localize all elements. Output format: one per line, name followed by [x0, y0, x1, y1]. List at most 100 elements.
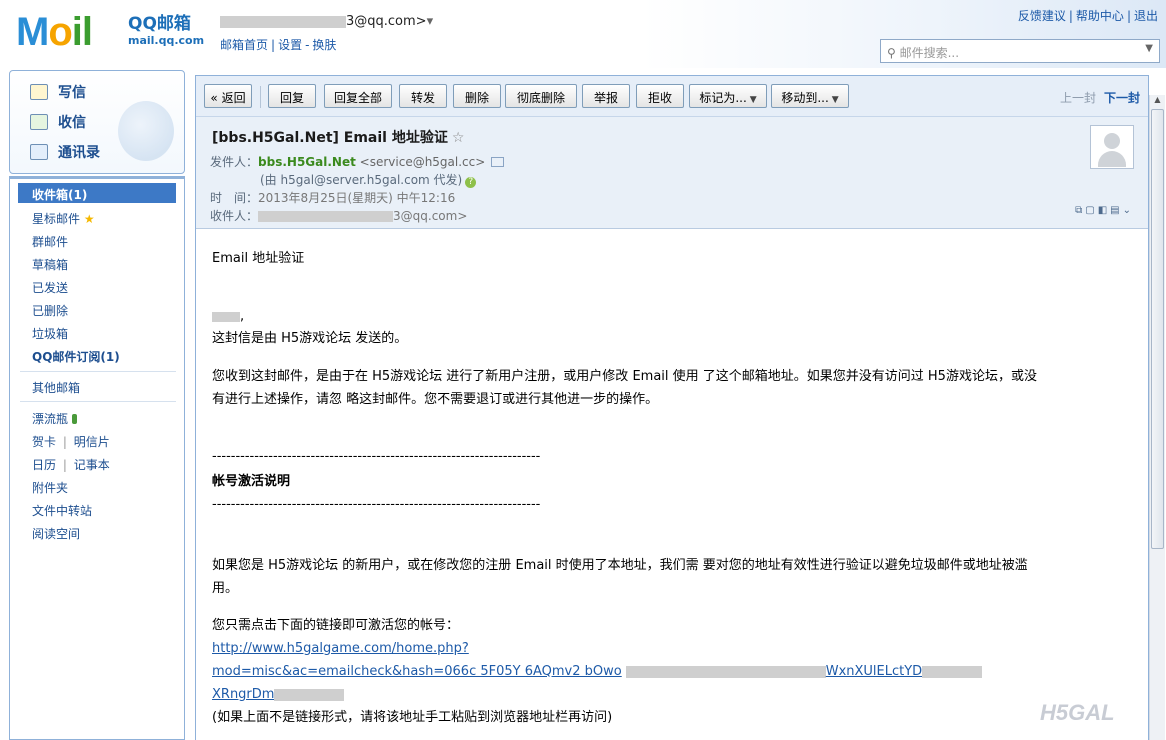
star-outline-icon[interactable]: ☆	[452, 130, 465, 146]
body-para-2b: 有进行上述操作，请忽 略这封邮件。您不需要退订或进行其他进一步的操作。	[212, 392, 659, 407]
sidebar: 写信 收信 通讯录 收件箱(1) 星标邮件 ★ 群邮件 草稿箱 已发送 已删除 …	[9, 70, 185, 740]
move-to-label: 移动到...	[781, 91, 829, 105]
app-cards: 贺卡 | 明信片	[32, 435, 110, 449]
folder-other-mailbox[interactable]: 其他邮箱	[32, 379, 80, 396]
folder-drafts[interactable]: 草稿箱	[32, 256, 68, 273]
top-header: Moil QQ邮箱 mail.qq.com 3@qq.com>▾ 邮箱首页 | 设置…	[0, 0, 1166, 68]
on-behalf-text: (由 h5gal@server.h5gal.com 代发)	[260, 173, 463, 187]
sent-time: 2013年8月25日(星期天) 中午12:16	[258, 191, 456, 205]
message-header: [bbs.H5Gal.Net] Email 地址验证 ☆ 发件人：bbs.H5Ga…	[196, 116, 1148, 229]
folder-inbox[interactable]: 收件箱(1)	[18, 183, 176, 203]
user-info: 3@qq.com>▾ 邮箱首页 | 设置 - 换肤	[220, 14, 433, 53]
vertical-scrollbar[interactable]: ▲	[1149, 95, 1165, 740]
recipient-address: 3@qq.com>	[393, 209, 468, 223]
link-mailbox-home[interactable]: 邮箱首页	[220, 38, 268, 52]
mark-as-dropdown[interactable]: 标记为... ▼	[689, 84, 767, 108]
divider	[20, 371, 176, 372]
prev-message-link[interactable]: 上一封	[1060, 91, 1096, 105]
activation-link-2[interactable]: mod=misc&ac=emailcheck&hash=066c 5F05Y 6…	[212, 664, 622, 679]
folder-group-mail[interactable]: 群邮件	[32, 233, 68, 250]
app-notebook[interactable]: 记事本	[74, 458, 110, 472]
message-subject: [bbs.H5Gal.Net] Email 地址验证 ☆	[212, 127, 464, 147]
account-dropdown[interactable]: 3@qq.com>▾	[220, 14, 433, 29]
report-button[interactable]: 举报	[582, 84, 630, 108]
penguin-decoration	[118, 101, 174, 161]
contact-card-icon[interactable]	[491, 157, 505, 167]
subject-text: [bbs.H5Gal.Net] Email 地址验证	[212, 130, 448, 146]
help-icon[interactable]: ?	[465, 177, 477, 188]
app-file-transfer[interactable]: 文件中转站	[32, 502, 92, 519]
link-settings[interactable]: 设置	[278, 38, 302, 52]
sender-name[interactable]: bbs.H5Gal.Net	[258, 155, 356, 169]
move-to-dropdown[interactable]: 移动到... ▼	[771, 84, 849, 108]
redacted-block	[625, 665, 826, 678]
chevron-down-icon: ▼	[749, 95, 757, 105]
activation-link-2-row: mod=misc&ac=emailcheck&hash=066c 5F05Y 6…	[212, 661, 983, 683]
account-email: 3@qq.com>	[346, 14, 427, 29]
greeting: ,	[212, 306, 244, 328]
redacted-block	[274, 688, 345, 701]
qq-mail-logo[interactable]: Moil	[16, 12, 93, 52]
activation-link-2b[interactable]: WxnXUlELctYD	[826, 664, 922, 679]
folder-starred[interactable]: 星标邮件 ★	[32, 210, 95, 227]
star-icon: ★	[83, 212, 95, 226]
back-button[interactable]: « 返回	[204, 84, 252, 108]
scroll-thumb[interactable]	[1151, 109, 1164, 549]
bottle-icon	[72, 414, 78, 424]
divider	[20, 401, 176, 402]
app-greeting-card[interactable]: 贺卡	[32, 435, 56, 449]
contacts-button[interactable]: 通讯录	[30, 142, 100, 162]
folder-subscription[interactable]: QQ邮件订阅(1)	[32, 348, 120, 365]
brand-name: QQ邮箱	[128, 14, 191, 34]
app-postcard[interactable]: 明信片	[74, 435, 110, 449]
divider-line: ----------------------------------------…	[212, 497, 541, 512]
folder-sent[interactable]: 已发送	[32, 279, 68, 296]
activation-link-3-row: XRngrDm	[212, 684, 345, 706]
redacted-block	[212, 311, 240, 322]
header-action-icons[interactable]: ⧉▢◧▤⌄	[1075, 205, 1134, 216]
app-calendar-row: 日历 | 记事本	[32, 458, 110, 472]
contacts-icon	[30, 144, 48, 160]
activation-link-1[interactable]: http://www.h5galgame.com/home.php?	[212, 638, 469, 660]
forward-button[interactable]: 转发	[399, 84, 447, 108]
link-feedback[interactable]: 反馈建议	[1018, 9, 1066, 23]
app-reading-space[interactable]: 阅读空间	[32, 525, 80, 542]
delete-permanently-button[interactable]: 彻底删除	[505, 84, 577, 108]
divider-line: ----------------------------------------…	[212, 449, 541, 464]
compose-button[interactable]: 写信	[30, 82, 86, 102]
delete-button[interactable]: 删除	[453, 84, 501, 108]
top-links: 反馈建议 | 帮助中心 | 退出	[1017, 9, 1158, 23]
app-drift-bottle[interactable]: 漂流瓶	[32, 410, 78, 427]
body-para-2a: 您收到这封邮件，是由于在 H5游戏论坛 进行了新用户注册，或用户修改 Email…	[212, 369, 1037, 384]
reject-button[interactable]: 拒收	[636, 84, 684, 108]
folder-spam[interactable]: 垃圾箱	[32, 325, 68, 342]
next-message-link[interactable]: 下一封	[1104, 91, 1140, 105]
compose-icon	[30, 84, 48, 100]
link-logout[interactable]: 退出	[1134, 9, 1158, 23]
folder-deleted[interactable]: 已删除	[32, 302, 68, 319]
link-help[interactable]: 帮助中心	[1076, 9, 1124, 23]
body-title: Email 地址验证	[212, 251, 305, 266]
on-behalf-row: (由 h5gal@server.h5gal.com 代发)?	[260, 171, 477, 188]
app-attachments[interactable]: 附件夹	[32, 479, 68, 496]
sender-avatar[interactable]	[1090, 125, 1134, 169]
activation-link-3[interactable]: XRngrDm	[212, 687, 274, 702]
folder-list: 收件箱(1) 星标邮件 ★ 群邮件 草稿箱 已发送 已删除 垃圾箱 QQ邮件订阅…	[9, 176, 185, 740]
time-label: 时 间：	[210, 191, 259, 205]
link-skin[interactable]: 换肤	[312, 38, 336, 52]
redacted-block	[922, 665, 983, 678]
mail-toolbar: « 返回 回复 回复全部 转发 删除 彻底删除 举报 拒收 标记为... ▼ 移动…	[196, 76, 1148, 116]
reply-all-button[interactable]: 回复全部	[324, 84, 392, 108]
search-icon: ⚲	[887, 46, 900, 60]
mail-search-input[interactable]: ⚲ 邮件搜索... ▼	[880, 39, 1160, 63]
receive-button[interactable]: 收信	[30, 112, 86, 132]
reply-button[interactable]: 回复	[268, 84, 316, 108]
body-para-3a: 如果您是 H5游戏论坛 的新用户，或在修改您的注册 Email 时使用了本地址，…	[212, 558, 1028, 573]
chevron-down-icon: ▾	[426, 14, 434, 29]
app-calendar[interactable]: 日历	[32, 458, 56, 472]
body-para-3b: 用。	[212, 581, 239, 596]
redacted-block	[220, 15, 346, 28]
chevron-down-icon[interactable]: ▼	[1145, 43, 1153, 54]
scroll-up-arrow[interactable]: ▲	[1150, 95, 1165, 109]
toolbar-separator	[260, 86, 261, 108]
